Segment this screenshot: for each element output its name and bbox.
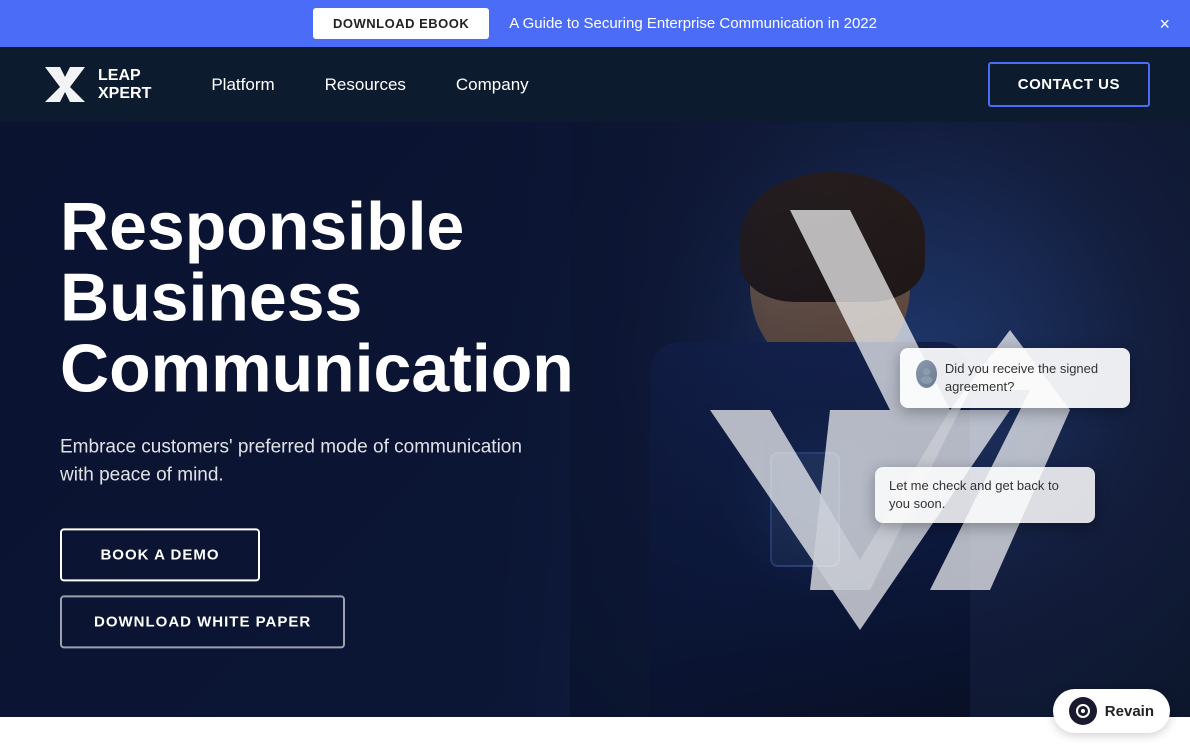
chat-bubble-2-text: Let me check and get back to you soon. xyxy=(889,478,1059,511)
chat-bubble-2: Let me check and get back to you soon. xyxy=(875,467,1095,523)
top-banner: DOWNLOAD EBOOK A Guide to Securing Enter… xyxy=(0,0,1190,47)
nav-item-platform[interactable]: Platform xyxy=(211,75,274,95)
nav-link-resources[interactable]: Resources xyxy=(325,75,406,94)
revain-icon xyxy=(1069,697,1097,725)
book-demo-button[interactable]: BOOK A DEMO xyxy=(60,528,260,581)
download-ebook-button[interactable]: DOWNLOAD EBOOK xyxy=(313,8,489,39)
hero-title-line3: Communication xyxy=(60,331,574,407)
nav-item-company[interactable]: Company xyxy=(456,75,529,95)
nav-link-platform[interactable]: Platform xyxy=(211,75,274,94)
hero-buttons: BOOK A DEMO DOWNLOAD WHITE PAPER xyxy=(60,528,574,648)
hero-logo-overlay xyxy=(650,210,1070,630)
hero-subtitle: Embrace customers' preferred mode of com… xyxy=(60,433,540,490)
revain-label: Revain xyxy=(1105,703,1154,720)
hero-section: Did you receive the signed agreement? Le… xyxy=(0,122,1190,717)
logo[interactable]: LEAPXPERT xyxy=(40,62,151,107)
hero-title-line1: Responsible xyxy=(60,188,464,264)
nav-link-company[interactable]: Company xyxy=(456,75,529,94)
hero-title-line2: Business xyxy=(60,259,362,335)
nav-item-resources[interactable]: Resources xyxy=(325,75,406,95)
hero-content: Responsible Business Communication Embra… xyxy=(60,191,574,648)
chat-bubble-1-text: Did you receive the signed agreement? xyxy=(945,360,1114,396)
hero-title: Responsible Business Communication xyxy=(60,191,574,405)
chat-avatar-1 xyxy=(916,360,937,388)
revain-badge[interactable]: Revain xyxy=(1053,689,1170,733)
navbar-left: LEAPXPERT Platform Resources Company xyxy=(40,62,529,107)
contact-us-button[interactable]: CONTACT US xyxy=(988,62,1150,107)
nav-links: Platform Resources Company xyxy=(211,75,528,95)
chat-bubble-1: Did you receive the signed agreement? xyxy=(900,348,1130,408)
navbar: LEAPXPERT Platform Resources Company CON… xyxy=(0,47,1190,122)
banner-close-button[interactable]: × xyxy=(1159,15,1170,33)
logo-icon xyxy=(40,62,90,107)
banner-text: A Guide to Securing Enterprise Communica… xyxy=(509,15,877,32)
logo-text: LEAPXPERT xyxy=(98,67,151,102)
download-whitepaper-button[interactable]: DOWNLOAD WHITE PAPER xyxy=(60,595,345,648)
